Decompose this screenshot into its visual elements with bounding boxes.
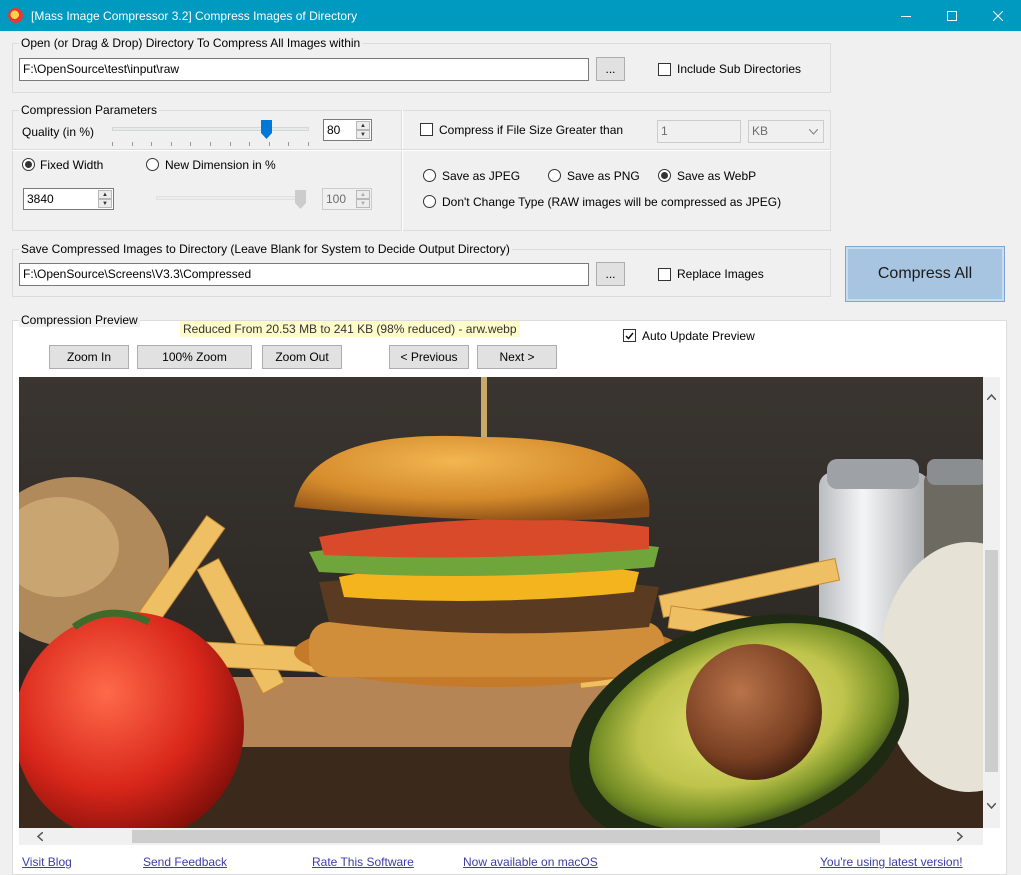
replace-images-label: Replace Images	[677, 267, 764, 281]
input-browse-button[interactable]: ...	[596, 57, 625, 81]
chevron-down-icon[interactable]	[987, 803, 996, 809]
vertical-scrollbar[interactable]	[983, 377, 1000, 828]
visit-blog-link[interactable]: Visit Blog	[22, 855, 72, 869]
compress-all-button[interactable]: Compress All	[845, 246, 1005, 302]
compress-if-label: Compress if File Size Greater than	[439, 123, 624, 137]
fixed-width-label: Fixed Width	[40, 158, 104, 172]
output-browse-button[interactable]: ...	[596, 262, 625, 286]
app-icon	[8, 8, 23, 23]
preview-image[interactable]	[19, 377, 983, 828]
close-button[interactable]	[975, 0, 1021, 31]
compression-params-label: Compression Parameters	[19, 103, 160, 117]
include-sub-label: Include Sub Directories	[677, 62, 802, 76]
close-icon	[993, 10, 1003, 21]
input-directory-label: Open (or Drag & Drop) Directory To Compr…	[19, 36, 363, 50]
spin-up-icon[interactable]: ▲	[356, 190, 370, 199]
zoom-in-button[interactable]: Zoom In	[49, 345, 129, 369]
chevron-right-icon[interactable]	[957, 832, 963, 841]
macos-link[interactable]: Now available on macOS	[463, 855, 598, 869]
save-jpeg-label: Save as JPEG	[442, 169, 521, 183]
include-sub-checkbox[interactable]	[658, 63, 671, 76]
spin-down-icon[interactable]: ▼	[356, 130, 370, 139]
next-button[interactable]: Next >	[477, 345, 557, 369]
output-directory-label: Save Compressed Images to Directory (Lea…	[19, 242, 512, 256]
output-directory-field[interactable]: F:\OpenSource\Screens\V3.3\Compressed	[19, 263, 589, 286]
quality-spinner[interactable]: 80 ▲ ▼	[323, 119, 372, 141]
size-unit-value: KB	[752, 124, 769, 138]
title-bar: [Mass Image Compressor 3.2] Compress Ima…	[0, 0, 1021, 31]
radio-selected-dot	[661, 172, 668, 179]
maximize-icon	[947, 10, 957, 21]
width-value: 3840	[27, 192, 54, 206]
quality-slider-thumb[interactable]	[260, 120, 272, 142]
spin-down-icon[interactable]: ▼	[98, 199, 112, 208]
vertical-divider	[401, 110, 403, 231]
save-png-radio[interactable]	[548, 169, 561, 182]
dimension-slider-thumb[interactable]	[295, 190, 306, 212]
spin-down-icon[interactable]: ▼	[356, 199, 370, 208]
quality-label: Quality (in %)	[22, 125, 95, 139]
save-jpeg-radio[interactable]	[423, 169, 436, 182]
width-spinner[interactable]: 3840 ▲ ▼	[23, 188, 114, 210]
zoom-100-button[interactable]: 100% Zoom	[137, 345, 252, 369]
input-directory-field[interactable]: F:\OpenSource\test\input\raw	[19, 58, 589, 81]
compression-status: Reduced From 20.53 MB to 241 KB (98% red…	[180, 321, 520, 337]
new-dimension-radio[interactable]	[146, 158, 159, 171]
quality-slider-track	[112, 127, 309, 131]
rate-software-link[interactable]: Rate This Software	[312, 855, 414, 869]
maximize-button[interactable]	[929, 0, 975, 31]
chevron-left-icon[interactable]	[37, 832, 43, 841]
chevron-up-icon[interactable]	[987, 394, 996, 400]
size-threshold-field[interactable]: 1	[657, 120, 741, 143]
zoom-out-button[interactable]: Zoom Out	[262, 345, 342, 369]
checkmark-icon	[625, 332, 634, 340]
minimize-icon	[901, 15, 911, 17]
slider-thumb-icon	[260, 120, 272, 139]
save-webp-radio[interactable]	[658, 169, 671, 182]
fixed-width-radio[interactable]	[22, 158, 35, 171]
spin-up-icon[interactable]: ▲	[98, 190, 112, 199]
window-title: [Mass Image Compressor 3.2] Compress Ima…	[31, 9, 358, 23]
previous-button[interactable]: < Previous	[389, 345, 469, 369]
auto-update-label: Auto Update Preview	[642, 329, 755, 343]
size-unit-select[interactable]: KB	[748, 120, 824, 143]
chevron-down-icon	[809, 129, 818, 135]
send-feedback-link[interactable]: Send Feedback	[143, 855, 227, 869]
horizontal-scrollbar[interactable]	[19, 828, 983, 845]
horizontal-scroll-thumb[interactable]	[132, 830, 880, 843]
radio-selected-dot	[25, 161, 32, 168]
dimension-value: 100	[326, 192, 347, 206]
spin-up-icon[interactable]: ▲	[356, 121, 370, 130]
dimension-spinner[interactable]: 100 ▲ ▼	[322, 188, 372, 210]
dont-change-radio[interactable]	[423, 195, 436, 208]
slider-thumb-icon	[295, 190, 306, 209]
save-webp-label: Save as WebP	[677, 169, 757, 183]
preview-label: Compression Preview	[19, 313, 140, 327]
quality-value: 80	[327, 123, 341, 137]
dont-change-label: Don't Change Type (RAW images will be co…	[442, 195, 782, 209]
dimension-slider-track	[156, 196, 306, 200]
save-png-label: Save as PNG	[567, 169, 640, 183]
minimize-button[interactable]	[883, 0, 929, 31]
horizontal-divider	[12, 149, 831, 151]
auto-update-checkbox[interactable]	[623, 329, 636, 342]
version-status-link[interactable]: You're using latest version!	[820, 855, 963, 869]
compress-if-checkbox[interactable]	[420, 123, 433, 136]
burger-photo-illustration	[19, 377, 983, 828]
vertical-scroll-thumb[interactable]	[985, 550, 998, 772]
new-dimension-label: New Dimension in %	[165, 158, 276, 172]
replace-images-checkbox[interactable]	[658, 268, 671, 281]
quality-slider-ticks	[112, 142, 309, 146]
